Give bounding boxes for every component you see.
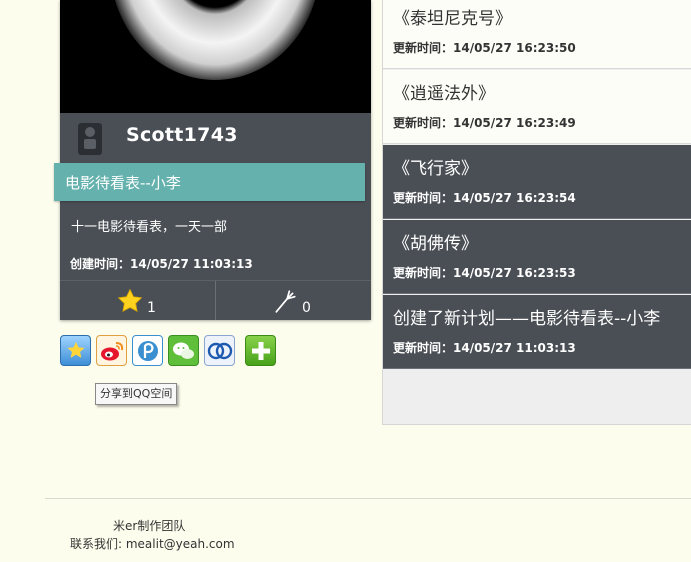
- share-more-button[interactable]: [245, 335, 276, 366]
- divider: [215, 281, 216, 320]
- footer-team: 米er制作团队: [113, 519, 186, 533]
- tencent-weibo-icon: [137, 340, 158, 361]
- activity-time: 更新时间：14/05/27 16:23:54: [393, 191, 576, 205]
- username[interactable]: Scott1743: [126, 124, 238, 146]
- share-tencent-button[interactable]: [132, 335, 163, 366]
- wechat-icon: [172, 342, 194, 359]
- activity-time: 更新时间：14/05/27 16:23:49: [393, 116, 576, 130]
- activity-item[interactable]: 创建了新计划——电影待看表--小李 更新时间：14/05/27 11:03:13: [383, 295, 691, 369]
- fork-count: 0: [302, 300, 311, 316]
- like-button[interactable]: 1: [117, 282, 156, 320]
- weibo-icon: [100, 341, 123, 360]
- plan-created-time: 创建时间：14/05/27 11:03:13: [70, 257, 253, 271]
- activity-item[interactable]: 《飞行家》 更新时间：14/05/27 16:23:54: [383, 145, 691, 219]
- user-icon: [78, 123, 102, 155]
- activity-title: 《逍遥法外》: [393, 84, 495, 104]
- activity-title: 《泰坦尼克号》: [393, 9, 512, 29]
- fork-button[interactable]: 0: [272, 282, 311, 320]
- plan-description: 十一电影待看表，一天一部: [71, 220, 228, 235]
- activity-time: 更新时间：14/05/27 16:23:50: [393, 41, 576, 55]
- share-qzone-button[interactable]: [60, 335, 91, 366]
- activity-time: 更新时间：14/05/27 11:03:13: [393, 341, 576, 355]
- footer-divider: [45, 498, 691, 499]
- star-icon: [117, 288, 143, 312]
- share-wechat-button[interactable]: [168, 335, 199, 366]
- share-tooltip: 分享到QQ空间: [95, 383, 178, 405]
- plus-icon: [251, 341, 270, 360]
- share-weibo-button[interactable]: [96, 335, 127, 366]
- qzone-icon: [66, 341, 85, 358]
- like-count: 1: [147, 300, 156, 316]
- activity-title: 《胡佛传》: [393, 234, 478, 254]
- plan-card: Scott1743 电影待看表--小李 十一电影待看表，一天一部 创建时间：14…: [54, 0, 371, 320]
- profile-photo: [60, 0, 371, 113]
- activity-title: 创建了新计划——电影待看表--小李: [393, 309, 661, 329]
- share-renren-button[interactable]: [204, 335, 235, 366]
- activity-item[interactable]: 《胡佛传》 更新时间：14/05/27 16:23:53: [383, 220, 691, 294]
- activity-title: 《飞行家》: [393, 159, 478, 179]
- footer-contact[interactable]: 联系我们: mealit@yeah.com: [70, 535, 235, 552]
- renren-icon: [207, 342, 232, 359]
- activity-item[interactable]: 《逍遥法外》 更新时间：14/05/27 16:23:49: [383, 70, 691, 144]
- fork-icon: [275, 290, 296, 313]
- plan-title[interactable]: 电影待看表--小李: [54, 163, 365, 201]
- activity-item[interactable]: 《泰坦尼克号》 更新时间：14/05/27 16:23:50: [383, 0, 691, 69]
- activity-panel: 《泰坦尼克号》 更新时间：14/05/27 16:23:50 《逍遥法外》 更新…: [382, 0, 691, 425]
- activity-time: 更新时间：14/05/27 16:23:53: [393, 266, 576, 280]
